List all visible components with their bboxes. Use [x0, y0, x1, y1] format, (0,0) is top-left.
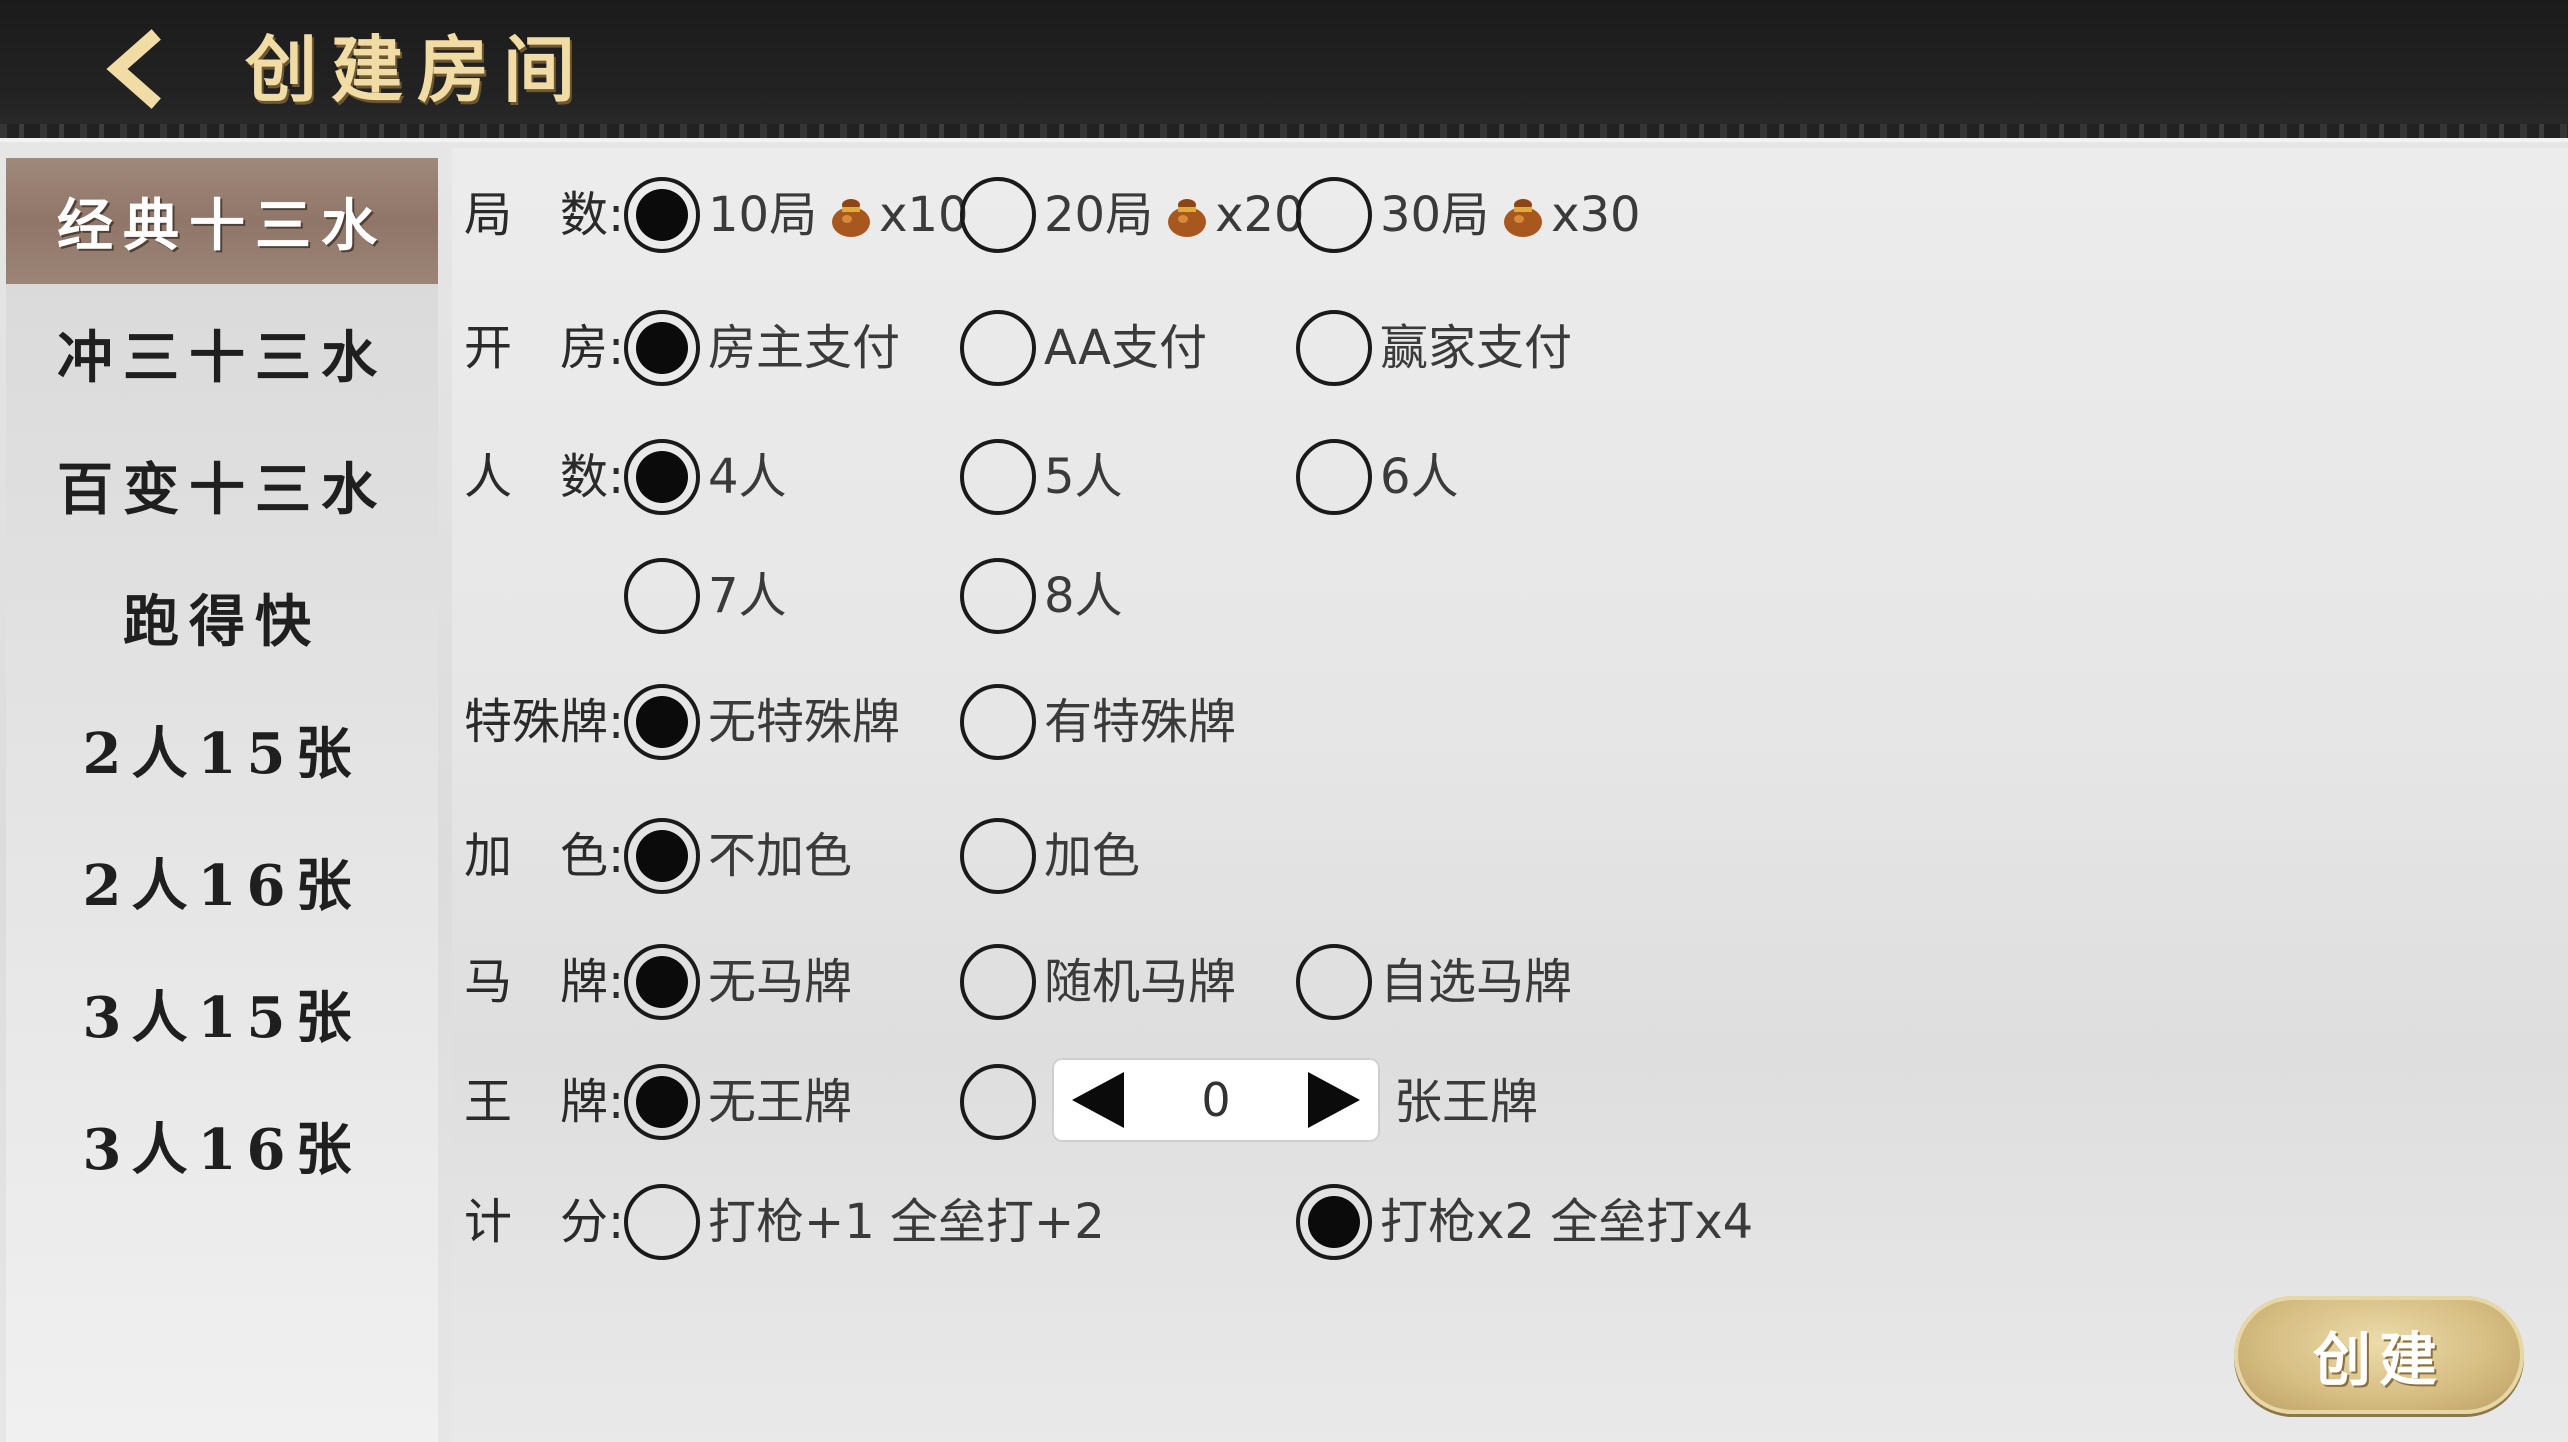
game-type-sidebar: 经典十三水 冲三十三水 百变十三水 跑得快 2人15张 2人16张 3人15张 …	[6, 158, 438, 1442]
chevron-left-icon	[106, 29, 161, 109]
payment-radio-host[interactable]	[624, 310, 700, 386]
rounds-radio-20[interactable]	[960, 177, 1036, 253]
scoring-radio-plus[interactable]	[624, 1184, 700, 1260]
payment-radio-winner[interactable]	[1296, 310, 1372, 386]
king-option-none[interactable]: 无王牌	[708, 1064, 852, 1140]
players-option-5[interactable]: 5人	[1044, 439, 1123, 515]
players-option-6[interactable]: 6人	[1380, 439, 1459, 515]
rounds-option-30[interactable]: 30局 x30	[1380, 177, 1641, 253]
payment-option-aa[interactable]: AA支付	[1044, 310, 1207, 386]
players-option-7[interactable]: 7人	[708, 558, 787, 634]
king-count-stepper: 0	[1052, 1058, 1380, 1142]
color-label: 加 色:	[464, 828, 625, 884]
king-radio-none[interactable]	[624, 1064, 700, 1140]
king-count-value: 0	[1201, 1073, 1231, 1127]
special-radio-yes[interactable]	[960, 684, 1036, 760]
payment-option-host[interactable]: 房主支付	[708, 310, 900, 386]
special-radio-none[interactable]	[624, 684, 700, 760]
create-room-button[interactable]: 创建	[2234, 1296, 2524, 1414]
rounds-option-10[interactable]: 10局 x10	[708, 177, 969, 253]
horse-option-none[interactable]: 无马牌	[708, 944, 852, 1020]
horse-radio-custom[interactable]	[1296, 944, 1372, 1020]
sidebar-item-bai-bian[interactable]: 百变十三水	[6, 422, 438, 548]
special-option-yes[interactable]: 有特殊牌	[1044, 684, 1236, 760]
color-option-none[interactable]: 不加色	[708, 818, 852, 894]
players-radio-4[interactable]	[624, 439, 700, 515]
sidebar-item-3p-15[interactable]: 3人15张	[6, 950, 438, 1076]
players-radio-5[interactable]	[960, 439, 1036, 515]
back-button[interactable]	[92, 24, 182, 114]
special-label: 特殊牌:	[464, 694, 625, 750]
scoring-option-multiply[interactable]: 打枪x2 全垒打x4	[1380, 1184, 1753, 1260]
players-option-8[interactable]: 8人	[1044, 558, 1123, 634]
players-option-4[interactable]: 4人	[708, 439, 787, 515]
rounds-option-20-cost: x20	[1215, 187, 1305, 243]
sidebar-item-3p-16[interactable]: 3人16张	[6, 1082, 438, 1208]
rounds-option-10-label: 10局	[708, 187, 818, 243]
sidebar-item-chong-san[interactable]: 冲三十三水	[6, 290, 438, 416]
payment-label: 开 房:	[464, 320, 625, 376]
payment-option-winner[interactable]: 赢家支付	[1380, 310, 1572, 386]
sidebar-item-classic[interactable]: 经典十三水	[6, 158, 438, 284]
rounds-option-30-label: 30局	[1380, 187, 1490, 243]
king-radio-count[interactable]	[960, 1064, 1036, 1140]
triangle-right-icon[interactable]	[1302, 1068, 1366, 1132]
rounds-option-20-label: 20局	[1044, 187, 1154, 243]
rounds-option-20[interactable]: 20局 x20	[1044, 177, 1305, 253]
horse-option-custom[interactable]: 自选马牌	[1380, 944, 1572, 1020]
sidebar-item-pao-de-kuai[interactable]: 跑得快	[6, 554, 438, 680]
scoring-radio-multiply[interactable]	[1296, 1184, 1372, 1260]
king-label: 王 牌:	[464, 1074, 625, 1130]
rounds-radio-10[interactable]	[624, 177, 700, 253]
rounds-option-30-cost: x30	[1551, 187, 1641, 243]
color-option-add[interactable]: 加色	[1044, 818, 1140, 894]
players-label: 人 数:	[464, 449, 625, 505]
color-radio-none[interactable]	[624, 818, 700, 894]
triangle-left-icon[interactable]	[1066, 1068, 1130, 1132]
players-radio-8[interactable]	[960, 558, 1036, 634]
header-bar: 创建房间	[0, 0, 2568, 142]
page-title: 创建房间	[245, 27, 590, 112]
payment-radio-aa[interactable]	[960, 310, 1036, 386]
rounds-label: 局 数:	[464, 187, 625, 243]
players-radio-7[interactable]	[624, 558, 700, 634]
money-bag-icon	[1168, 199, 1207, 237]
horse-label: 马 牌:	[464, 954, 625, 1010]
scoring-option-plus[interactable]: 打枪+1 全垒打+2	[708, 1184, 1105, 1260]
horse-radio-none[interactable]	[624, 944, 700, 1020]
money-bag-icon	[1504, 199, 1543, 237]
rounds-option-10-cost: x10	[879, 187, 969, 243]
scoring-label: 计 分:	[464, 1194, 625, 1250]
sidebar-item-2p-15[interactable]: 2人15张	[6, 686, 438, 812]
players-radio-6[interactable]	[1296, 439, 1372, 515]
sidebar-item-2p-16[interactable]: 2人16张	[6, 818, 438, 944]
horse-radio-random[interactable]	[960, 944, 1036, 1020]
king-count-suffix: 张王牌	[1394, 1074, 1539, 1130]
money-bag-icon	[832, 199, 871, 237]
color-radio-add[interactable]	[960, 818, 1036, 894]
horse-option-random[interactable]: 随机马牌	[1044, 944, 1236, 1020]
rounds-radio-30[interactable]	[1296, 177, 1372, 253]
special-option-none[interactable]: 无特殊牌	[708, 684, 900, 760]
